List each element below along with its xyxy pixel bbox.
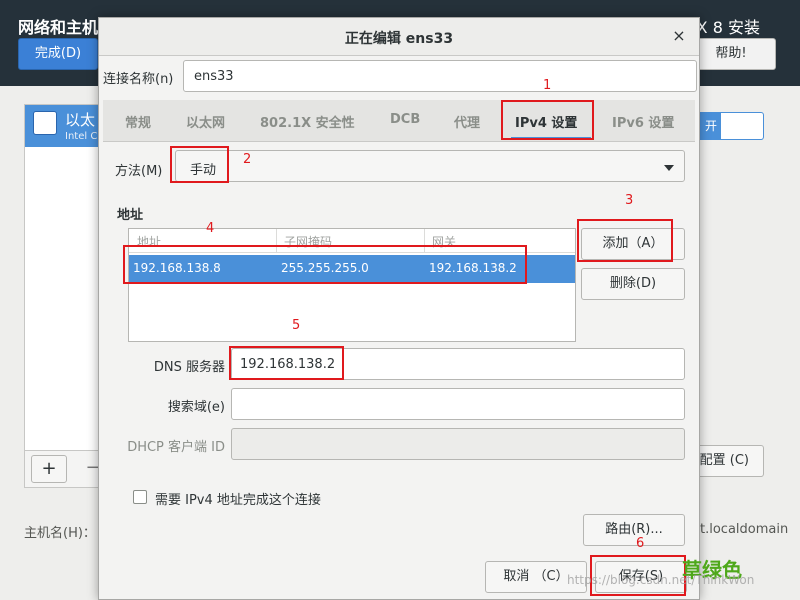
hostname-domain-text: t.localdomain xyxy=(700,522,789,537)
annotation-number-2: 2 xyxy=(243,152,252,167)
delete-address-button[interactable]: 删除(D) xyxy=(581,268,685,300)
tab-dcb[interactable]: DCB xyxy=(390,112,420,127)
installer-title: 网络和主机 xyxy=(18,18,99,37)
tab-ipv6-settings[interactable]: IPv6 设置 xyxy=(612,112,674,131)
connection-name-label: 连接名称(n) xyxy=(103,72,174,87)
search-domains-input[interactable] xyxy=(231,388,685,420)
require-ipv4-checkbox[interactable] xyxy=(133,490,147,504)
annotation-number-1: 1 xyxy=(543,78,552,93)
ipv4-settings-panel: 方法(M) 手动 地址 地址 子网掩码 网关 192.168.138.8 255… xyxy=(103,142,695,582)
close-icon[interactable]: × xyxy=(669,26,689,45)
connection-name-input[interactable] xyxy=(183,60,697,92)
dhcp-client-id-input[interactable] xyxy=(231,428,685,460)
annotation-box-address-row xyxy=(123,245,527,284)
search-domains-label: 搜索域(e) xyxy=(167,400,225,415)
annotation-number-3: 3 xyxy=(625,193,634,208)
routes-button[interactable]: 路由(R)... xyxy=(583,514,685,546)
configure-button[interactable]: 配置 (C) xyxy=(690,445,764,477)
hostname-label: 主机名(H)： xyxy=(24,526,96,541)
device-name: 以太 xyxy=(65,111,96,129)
dns-servers-label: DNS 服务器 xyxy=(153,360,225,375)
annotation-box-ipv4-tab xyxy=(501,100,594,140)
network-device-list: 以太 Intel C xyxy=(24,104,104,488)
settings-tabs: 常规 以太网 802.1X 安全性 DCB 代理 IPv4 设置 IPv6 设置 xyxy=(103,100,695,142)
dialog-title: 正在编辑 ens33 xyxy=(344,31,454,47)
tab-proxy[interactable]: 代理 xyxy=(454,112,480,131)
tab-ethernet[interactable]: 以太网 xyxy=(186,112,225,131)
device-list-toolbar: + − xyxy=(24,450,104,488)
device-toggle-switch[interactable]: 开 xyxy=(690,112,764,140)
tab-8021x-security[interactable]: 802.1X 安全性 xyxy=(260,112,355,131)
method-dropdown[interactable]: 手动 xyxy=(175,150,685,182)
edit-connection-dialog: 正在编辑 ens33 × 连接名称(n) 常规 以太网 802.1X 安全性 D… xyxy=(98,17,700,600)
installer-product-title: X 8 安装 xyxy=(696,18,760,37)
require-ipv4-label: 需要 IPv4 地址完成这个连接 xyxy=(155,493,321,508)
dialog-titlebar: 正在编辑 ens33 × xyxy=(99,18,699,56)
annotation-box-dns xyxy=(229,346,344,380)
annotation-box-add-button xyxy=(577,219,673,262)
watermark-csdn-text: https://blog.csdn.net/ThinkWon xyxy=(567,573,755,587)
annotation-box-method xyxy=(170,146,229,183)
address-heading: 地址 xyxy=(117,208,144,223)
ethernet-icon xyxy=(33,111,57,135)
device-subtitle: Intel C xyxy=(65,131,98,142)
annotation-number-5: 5 xyxy=(292,318,301,333)
chevron-down-icon xyxy=(664,165,674,171)
done-button[interactable]: 完成(D) xyxy=(18,38,98,70)
add-device-button[interactable]: + xyxy=(31,455,67,483)
dhcp-client-id-label: DHCP 客户端 ID xyxy=(127,440,225,455)
tab-general[interactable]: 常规 xyxy=(125,112,151,131)
annotation-number-6: 6 xyxy=(636,536,645,551)
annotation-number-4: 4 xyxy=(206,221,215,236)
method-label: 方法(M) xyxy=(115,164,163,179)
device-list-item-ethernet[interactable]: 以太 Intel C xyxy=(25,105,103,147)
